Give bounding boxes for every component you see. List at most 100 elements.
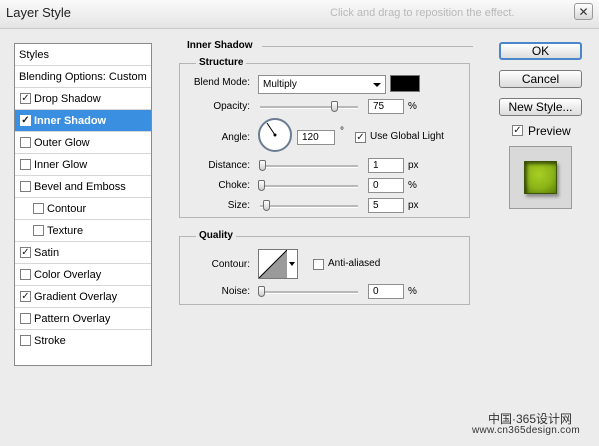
- choke-slider-track[interactable]: [260, 185, 358, 188]
- gradient-overlay-checkbox[interactable]: ✓: [20, 291, 31, 302]
- style-item-label: Pattern Overlay: [34, 313, 111, 325]
- noise-input[interactable]: 0: [368, 284, 404, 299]
- title-divider: [262, 46, 473, 47]
- distance-input[interactable]: 1: [368, 158, 404, 173]
- size-unit: px: [408, 200, 419, 211]
- structure-group: Structure Blend Mode: Multiply Opacity: …: [179, 57, 470, 218]
- style-item-drop-shadow[interactable]: ✓ Drop Shadow: [15, 88, 151, 110]
- style-item-outer-glow[interactable]: Outer Glow: [15, 132, 151, 154]
- shadow-color-swatch[interactable]: [390, 75, 420, 92]
- styles-header[interactable]: Styles: [15, 44, 151, 66]
- style-item-contour[interactable]: Contour: [15, 198, 151, 220]
- style-item-label: Contour: [47, 203, 87, 215]
- texture-checkbox[interactable]: [33, 225, 44, 236]
- style-item-texture[interactable]: Texture: [15, 220, 151, 242]
- style-item-inner-shadow[interactable]: ✓ Inner Shadow: [15, 110, 151, 132]
- style-item-gradient-overlay[interactable]: ✓ Gradient Overlay: [15, 286, 151, 308]
- chevron-down-icon: [373, 83, 381, 87]
- inner-glow-checkbox[interactable]: [20, 159, 31, 170]
- contour-checkbox[interactable]: [33, 203, 44, 214]
- blend-mode-value: Multiply: [263, 79, 297, 90]
- opacity-label: Opacity:: [213, 101, 250, 112]
- quality-group: Quality Contour: Anti-aliased Noise: 0 %: [179, 230, 470, 305]
- distance-slider-track[interactable]: [260, 165, 358, 168]
- opacity-slider-handle[interactable]: [331, 101, 338, 112]
- style-item-label: Outer Glow: [34, 137, 90, 149]
- stroke-checkbox[interactable]: [20, 335, 31, 346]
- style-item-color-overlay[interactable]: Color Overlay: [15, 264, 151, 286]
- preview-box: [509, 146, 572, 209]
- style-item-inner-glow[interactable]: Inner Glow: [15, 154, 151, 176]
- distance-unit: px: [408, 160, 419, 171]
- layer-style-dialog: Styles Blending Options: Custom ✓ Drop S…: [0, 29, 599, 446]
- choke-input[interactable]: 0: [368, 178, 404, 193]
- close-icon: ✕: [578, 5, 589, 19]
- use-global-light-checkbox[interactable]: ✓: [355, 132, 366, 143]
- distance-slider-handle[interactable]: [259, 160, 266, 171]
- style-item-label: Bevel and Emboss: [34, 181, 126, 193]
- blending-options-item[interactable]: Blending Options: Custom: [15, 66, 151, 88]
- inner-shadow-title: Inner Shadow: [187, 40, 253, 51]
- blend-mode-select[interactable]: Multiply: [258, 75, 386, 94]
- close-button[interactable]: ✕: [574, 3, 593, 20]
- opacity-input[interactable]: 75: [368, 99, 404, 114]
- use-global-light-label: Use Global Light: [370, 131, 444, 142]
- watermark-url: www.cn365design.com: [472, 425, 580, 436]
- style-item-label: Inner Shadow: [34, 115, 107, 127]
- structure-title: Structure: [196, 57, 247, 68]
- contour-label: Contour:: [211, 259, 250, 270]
- cancel-button[interactable]: Cancel: [499, 70, 582, 88]
- satin-checkbox[interactable]: ✓: [20, 247, 31, 258]
- quality-title: Quality: [196, 230, 236, 241]
- chevron-down-icon[interactable]: [289, 262, 295, 266]
- inner-shadow-checkbox[interactable]: ✓: [20, 115, 31, 126]
- choke-slider-handle[interactable]: [258, 180, 265, 191]
- noise-label: Noise:: [221, 286, 250, 297]
- choke-unit: %: [408, 180, 417, 191]
- window-title: Layer Style: [6, 5, 72, 20]
- style-item-bevel-emboss[interactable]: Bevel and Emboss: [15, 176, 151, 198]
- style-item-label: Gradient Overlay: [34, 291, 118, 303]
- color-overlay-checkbox[interactable]: [20, 269, 31, 280]
- opacity-unit: %: [408, 101, 417, 112]
- style-item-label: Stroke: [34, 335, 66, 347]
- angle-unit: °: [340, 126, 344, 137]
- noise-slider-track[interactable]: [260, 291, 358, 294]
- preview-label: Preview: [528, 124, 571, 138]
- noise-unit: %: [408, 286, 417, 297]
- style-item-label: Satin: [34, 247, 60, 259]
- anti-aliased-label: Anti-aliased: [328, 258, 381, 269]
- size-slider-handle[interactable]: [263, 200, 270, 211]
- angle-label: Angle:: [221, 132, 250, 143]
- preview-swatch: [524, 161, 557, 194]
- angle-input[interactable]: 120: [297, 130, 335, 145]
- style-item-label: Texture: [47, 225, 84, 237]
- blurred-tip: Click and drag to reposition the effect.: [330, 7, 515, 19]
- style-item-label: Color Overlay: [34, 269, 102, 281]
- bevel-emboss-checkbox[interactable]: [20, 181, 31, 192]
- size-input[interactable]: 5: [368, 198, 404, 213]
- style-item-satin[interactable]: ✓ Satin: [15, 242, 151, 264]
- title-bar: Layer Style Click and drag to reposition…: [0, 0, 599, 29]
- anti-aliased-checkbox[interactable]: [313, 259, 324, 270]
- style-item-pattern-overlay[interactable]: Pattern Overlay: [15, 308, 151, 330]
- preview-checkbox[interactable]: ✓: [512, 125, 523, 136]
- size-label: Size:: [227, 200, 250, 211]
- contour-picker[interactable]: [258, 249, 298, 279]
- style-item-label: Drop Shadow: [34, 93, 101, 105]
- outer-glow-checkbox[interactable]: [20, 137, 31, 148]
- style-item-stroke[interactable]: Stroke: [15, 330, 151, 352]
- angle-dial[interactable]: [257, 117, 293, 153]
- new-style-button[interactable]: New Style...: [499, 98, 582, 116]
- ok-button[interactable]: OK: [499, 42, 582, 60]
- opacity-slider-track[interactable]: [260, 106, 358, 109]
- choke-label: Choke:: [218, 180, 250, 191]
- blend-mode-label: Blend Mode:: [193, 77, 250, 88]
- size-slider-track[interactable]: [260, 205, 358, 208]
- drop-shadow-checkbox[interactable]: ✓: [20, 93, 31, 104]
- pattern-overlay-checkbox[interactable]: [20, 313, 31, 324]
- contour-curve-icon: [259, 250, 287, 278]
- noise-slider-handle[interactable]: [258, 286, 265, 297]
- distance-label: Distance:: [208, 160, 250, 171]
- styles-list: Styles Blending Options: Custom ✓ Drop S…: [14, 43, 152, 366]
